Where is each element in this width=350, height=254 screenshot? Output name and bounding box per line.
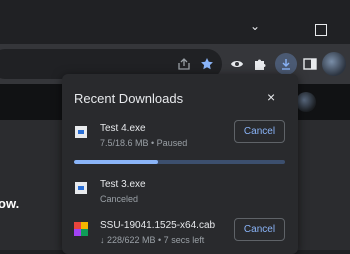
star-icon[interactable] [197,54,217,74]
side-panel-icon[interactable] [300,54,320,74]
cancel-button[interactable]: Cancel [234,120,285,143]
download-progress-fill [74,160,159,164]
downloads-panel: Recent Downloads × Test 4.exe 7.5/18.6 M… [62,74,298,254]
cab-file-icon [74,222,88,236]
download-name[interactable]: Test 4.exe [100,123,146,134]
title-bar: ⌄ [0,0,350,44]
tab-search-chevron-icon[interactable]: ⌄ [250,20,260,32]
download-status: ↓ 228/622 MB • 7 secs left [100,235,205,245]
download-name[interactable]: SSU-19041.1525-x64.cab [100,220,215,231]
download-name[interactable]: Test 3.exe [100,179,146,190]
cancel-button[interactable]: Cancel [234,218,285,241]
exe-file-icon [75,126,87,138]
panel-title: Recent Downloads [74,91,184,106]
puzzle-icon[interactable] [250,54,270,74]
share-icon[interactable] [174,54,194,74]
maximize-icon[interactable] [315,24,327,36]
download-status: Canceled [100,194,139,204]
page-avatar [296,92,316,112]
profile-avatar[interactable] [322,52,346,76]
download-icon[interactable] [275,53,297,75]
page-partial-text: ow. [0,196,20,211]
download-progress-bar [74,160,285,164]
download-status: 7.5/18.6 MB • Paused [100,138,188,148]
eye-icon[interactable] [227,54,247,74]
close-icon[interactable]: × [267,90,275,104]
exe-file-icon [75,182,87,194]
